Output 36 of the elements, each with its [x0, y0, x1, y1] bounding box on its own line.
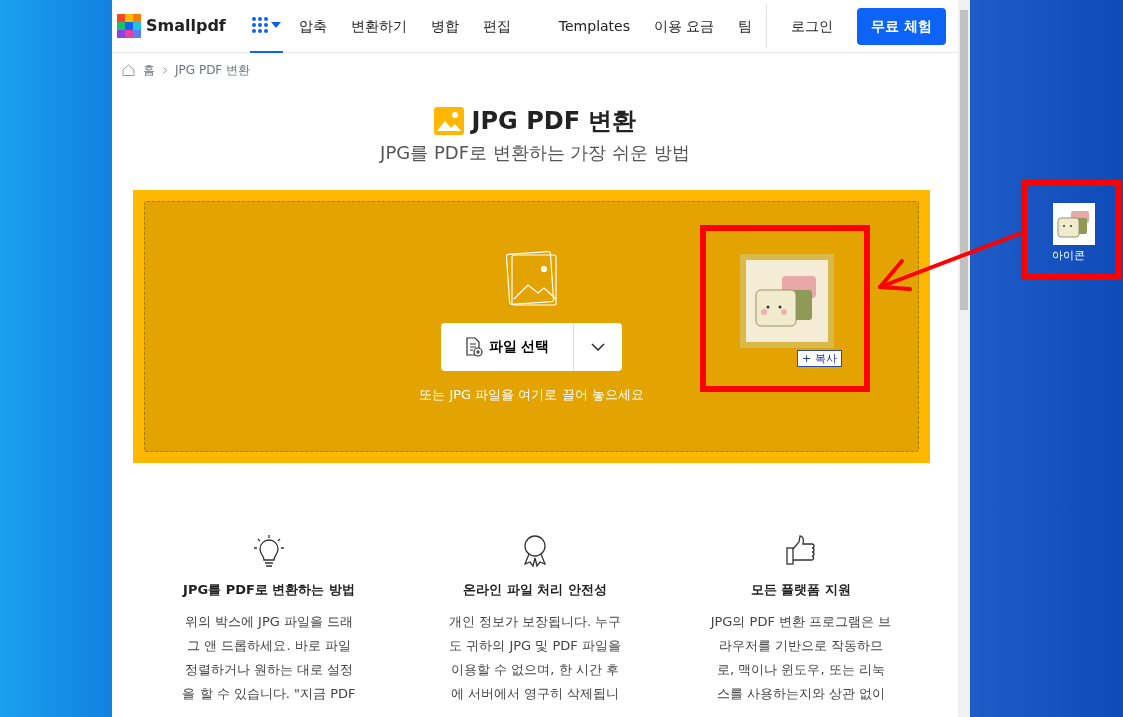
logo-icon [117, 14, 141, 38]
images-icon [505, 248, 558, 307]
chevron-right-icon [163, 66, 167, 74]
login-link[interactable]: 로그인 [791, 15, 834, 37]
scrollbar[interactable] [958, 0, 970, 717]
nav-link[interactable]: 팀 [738, 15, 753, 37]
feature-description: JPG의 PDF 변환 프로그램은 브 라우저를 기반으로 작동하므 로, 맥이나 윈도우, 또는 리눅 스를 사용하는지와 상관 없이 [709, 612, 893, 703]
feature-title: 모든 플랫폼 지원 [749, 581, 853, 599]
chevron-down-icon [591, 342, 606, 351]
feature-title: 온라인 파일 처리 안전성 [462, 581, 608, 599]
caret-icon [270, 22, 281, 28]
desktop-file-icon[interactable] [1053, 203, 1095, 245]
feature-title: JPG를 PDF로 변환하는 방법 [181, 581, 356, 599]
home-icon [122, 64, 135, 76]
image-icon [433, 107, 464, 135]
breadcrumb-link[interactable]: JPG PDF 변환 [175, 61, 251, 79]
copy-badge: + 복사 [797, 350, 842, 367]
file-add-icon [464, 336, 483, 357]
nav-link[interactable]: 병합 [430, 15, 459, 37]
logo-text: Smallpdf [146, 15, 226, 37]
nav-link[interactable]: 편집 [482, 15, 511, 37]
nav-link[interactable]: 이용 요금 [654, 15, 715, 37]
feature-description: 위의 박스에 JPG 파일을 드래 그 앤 드롭하세요. 바로 파일 정렬하거나 원하는 대로 설정 을 할 수 있습니다. "지금 PDF [181, 612, 357, 703]
grid-icon [251, 17, 268, 33]
nav-link[interactable]: 변환하기 [350, 15, 407, 37]
page-subtitle: JPG를 PDF로 변환하는 가장 쉬운 방법 [378, 141, 691, 165]
drop-hint: 또는 JPG 파일을 여기로 끌어 놓으세요 [419, 385, 644, 404]
nav-link[interactable]: 압축 [298, 15, 327, 37]
breadcrumb-link[interactable]: 홈 [143, 61, 155, 79]
free-trial-button[interactable]: 무료 체험 [857, 7, 946, 45]
thumbs-up-icon [785, 535, 817, 568]
lightbulb-icon [253, 535, 285, 568]
page-title: JPG PDF 변환 [471, 106, 637, 137]
nav-link[interactable]: Templates [558, 15, 630, 37]
feature-description: 개인 정보가 보장됩니다. 누구 도 귀하의 JPG 및 PDF 파일을 이용할 수 없으며, 한 시간 후 에 서버에서 영구히 삭제됩니 [447, 612, 623, 703]
desktop-icon-label[interactable]: 아이콘 [1052, 248, 1085, 265]
